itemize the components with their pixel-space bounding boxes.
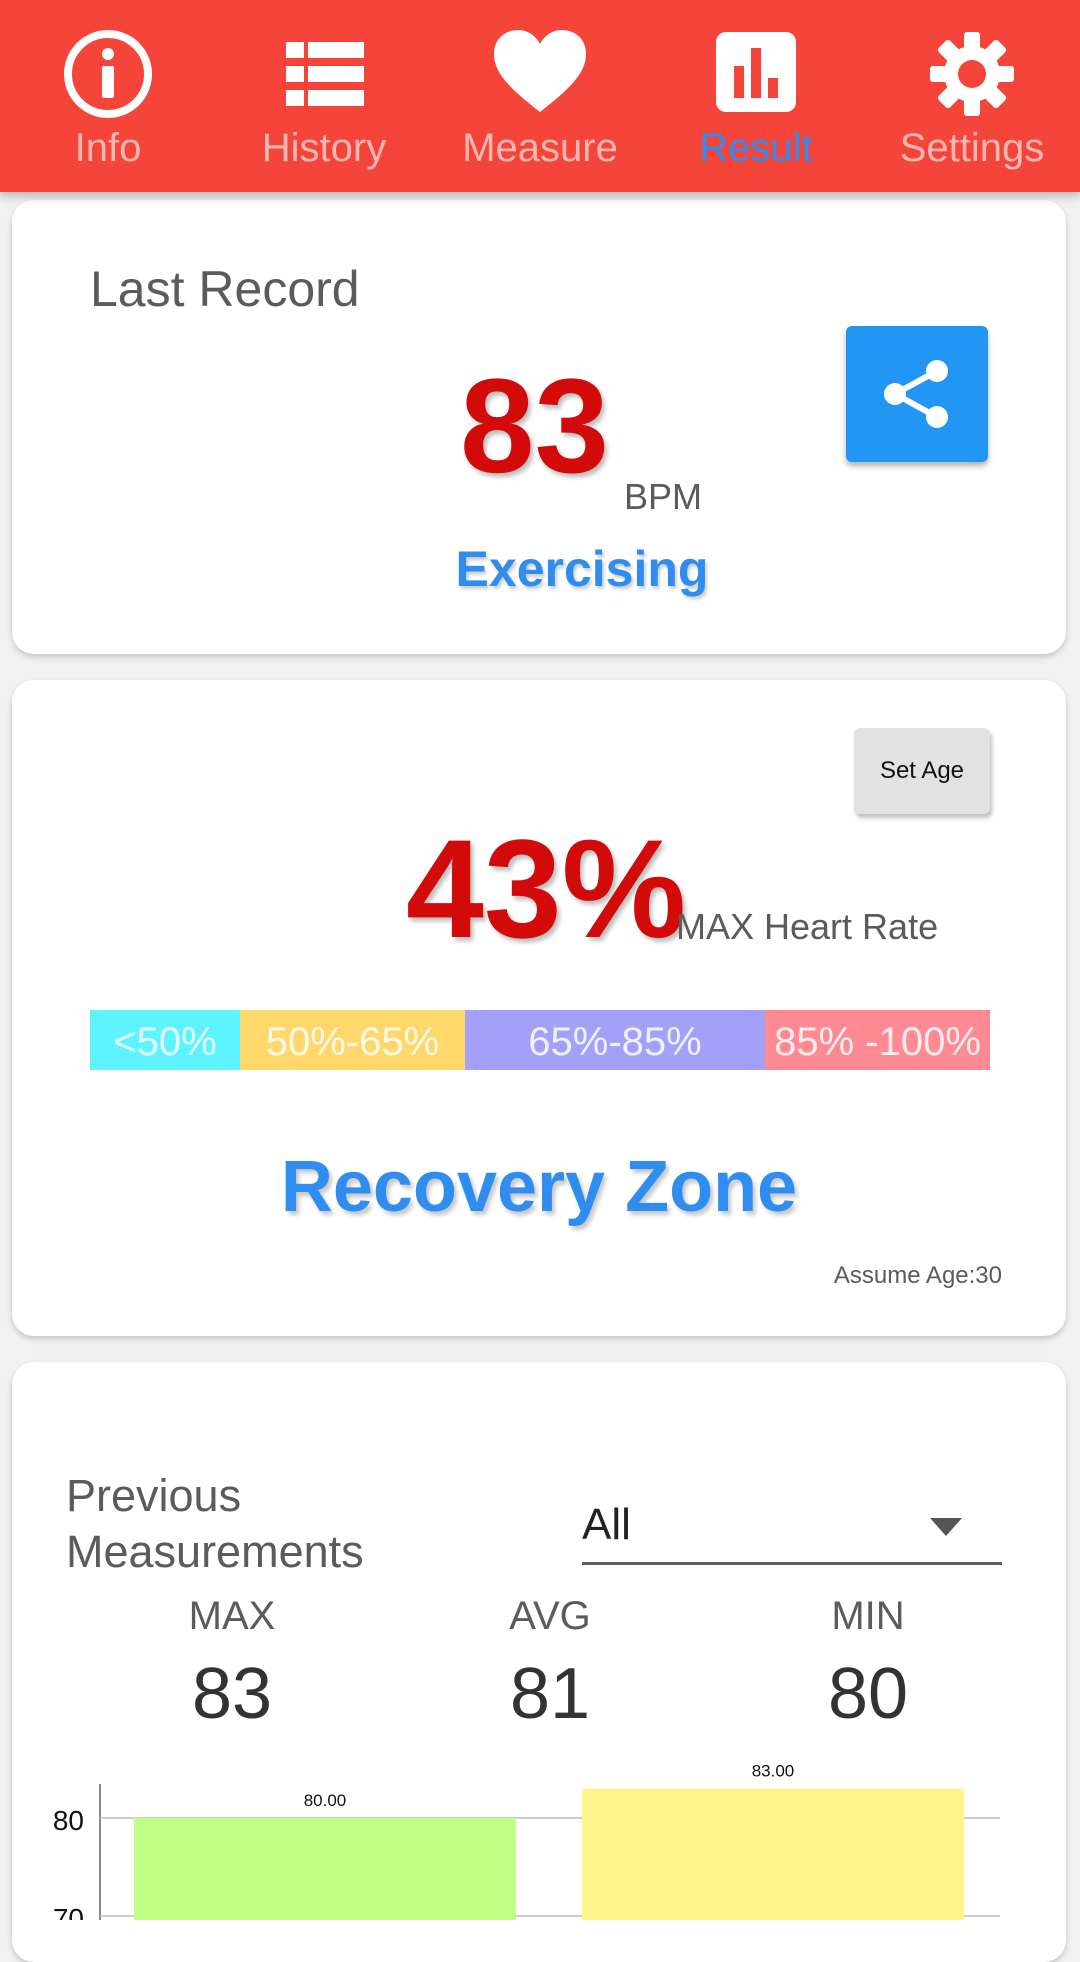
list-icon — [286, 42, 364, 106]
stat-max-label: MAX — [188, 1594, 276, 1638]
info-icon — [64, 30, 152, 118]
stat-min-label: MIN — [831, 1594, 905, 1638]
stat-max-value: 83 — [191, 1654, 273, 1734]
tab-info-label: Info — [74, 126, 142, 170]
chart-y-tick-label-1: 70 — [53, 1903, 84, 1920]
tab-measure[interactable]: Measure — [432, 0, 648, 192]
stat-avg-value: 81 — [509, 1654, 591, 1734]
period-filter-dropdown[interactable]: All — [582, 1492, 1002, 1565]
stat-min: MIN 80 — [718, 1594, 1018, 1735]
assumed-age: Assume Age:30 — [833, 1262, 1002, 1289]
chart-data-label-1: 83.00 — [752, 1762, 795, 1781]
top-navigation-bar: Info History Measure Result Settings — [0, 0, 1080, 192]
zone-segment-50-65: 50%-65% — [240, 1010, 465, 1070]
last-record-title: Last Record — [90, 261, 360, 317]
activity-state: Exercising — [455, 541, 709, 597]
set-age-button[interactable]: Set Age — [854, 728, 990, 814]
zone-segment-85-100: 85% -100% — [765, 1010, 990, 1070]
zone-bar: <50% 50%-65% 65%-85% 85% -100% — [90, 1010, 990, 1070]
max-heart-rate-label: MAX Heart Rate — [676, 906, 939, 947]
gear-icon — [930, 32, 1014, 116]
last-record-card: Last Record 83 BPM Exercising — [12, 200, 1066, 654]
tab-result[interactable]: Result — [648, 0, 864, 192]
tab-info[interactable]: Info — [0, 0, 216, 192]
chart-bar-1 — [582, 1788, 964, 1920]
heart-icon — [494, 30, 586, 112]
chart-bar-0 — [134, 1818, 516, 1920]
tab-measure-label: Measure — [462, 126, 618, 170]
share-button[interactable] — [846, 326, 988, 462]
share-icon — [884, 360, 948, 428]
bpm-value: 83 — [460, 352, 610, 501]
tab-result-label: Result — [699, 126, 813, 170]
tab-history[interactable]: History — [216, 0, 432, 192]
previous-measurements-title: Previous Measurements — [66, 1470, 364, 1577]
chart-y-tick-label-0: 80 — [53, 1805, 84, 1836]
max-heart-rate-percent: 43% — [406, 810, 687, 967]
stat-min-value: 80 — [827, 1654, 909, 1734]
bpm-unit: BPM — [624, 476, 703, 517]
zone-segment-65-85: 65%-85% — [465, 1010, 765, 1070]
dropdown-arrow-icon — [930, 1518, 962, 1536]
chart-data-label-0: 80.00 — [304, 1791, 347, 1810]
period-filter-value: All — [582, 1500, 631, 1549]
tab-history-label: History — [261, 126, 387, 170]
stat-avg: AVG 81 — [400, 1594, 700, 1735]
stat-max: MAX 83 — [82, 1594, 382, 1735]
zone-segment-below-50: <50% — [90, 1010, 240, 1070]
heart-rate-zone-card: Set Age 43% MAX Heart Rate <50% 50%-65% … — [12, 680, 1066, 1336]
stat-avg-label: AVG — [509, 1594, 591, 1638]
tab-settings-label: Settings — [899, 126, 1045, 170]
measurements-bar-chart: 80 70 80.00 83.00 — [53, 1762, 1000, 1920]
current-zone-name: Recovery Zone — [280, 1147, 798, 1227]
bar-chart-icon — [716, 32, 796, 112]
tab-settings[interactable]: Settings — [864, 0, 1080, 192]
